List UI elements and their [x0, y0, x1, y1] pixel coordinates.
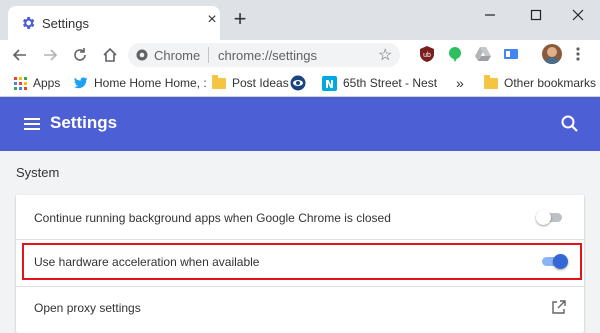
tab-settings[interactable]: Settings × [8, 6, 220, 40]
omnibox-separator [208, 47, 209, 63]
drive-icon[interactable] [474, 45, 492, 63]
svg-text:ub: ub [423, 52, 431, 59]
bookmark-label: Other bookmarks [504, 76, 597, 90]
setting-row-background-apps[interactable]: Continue running background apps when Go… [16, 195, 584, 239]
bookmarks-overflow-chevron[interactable]: » [456, 70, 464, 96]
setting-label: Continue running background apps when Go… [34, 211, 391, 225]
section-title: System [16, 165, 60, 180]
search-icon[interactable] [560, 114, 580, 134]
reload-icon[interactable] [68, 40, 92, 70]
bookmark-other[interactable]: Other bookmarks [484, 70, 596, 96]
bookmark-label: Apps [33, 76, 61, 90]
more-vert-icon[interactable] [574, 46, 582, 62]
url-text[interactable]: chrome://settings [218, 48, 317, 63]
bookmark-eye[interactable] [290, 70, 306, 96]
tab-title: Settings [42, 16, 89, 31]
bookmark-post-ideas[interactable]: Post Ideas [212, 70, 289, 96]
highlight-box [22, 243, 582, 280]
avatar[interactable] [542, 44, 562, 64]
maximize-icon[interactable] [514, 0, 558, 30]
ublock-icon[interactable]: ub [418, 45, 436, 63]
bookmark-label: 65th Street - Nest [343, 76, 438, 90]
settings-content: System Continue running background apps … [0, 151, 600, 333]
address-bar[interactable]: Chrome chrome://settings [128, 43, 400, 67]
home-icon[interactable] [98, 40, 122, 70]
gear-icon [23, 17, 35, 29]
minimize-icon[interactable] [468, 0, 512, 30]
new-tab-button[interactable]: + [230, 8, 250, 30]
bookmark-twitter[interactable]: Home Home Home, : [74, 70, 207, 96]
star-icon[interactable]: ☆ [378, 45, 392, 65]
external-link-icon[interactable] [551, 300, 566, 315]
background-apps-toggle[interactable] [536, 209, 564, 225]
bookmarks-bar: Apps Home Home Home, : Post Ideas 65th S… [0, 70, 600, 97]
extension-icon[interactable] [502, 45, 520, 63]
forward-arrow-icon[interactable] [38, 40, 62, 70]
apps-grid-icon [14, 76, 27, 90]
bookmark-label: Home Home Home, : [94, 76, 207, 90]
page-title: Settings [50, 113, 118, 132]
nest-icon [322, 75, 337, 91]
twitter-bird-icon [74, 77, 88, 89]
folder-icon [484, 74, 498, 89]
settings-header: Settings [0, 97, 600, 151]
bookmark-label: Post Ideas [232, 76, 289, 90]
hamburger-menu-icon[interactable] [24, 116, 42, 132]
evernote-icon[interactable] [446, 45, 464, 63]
close-icon[interactable] [556, 0, 600, 30]
omnibox-chip: Chrome [154, 48, 201, 63]
bookmark-nest[interactable]: 65th Street - Nest [322, 70, 437, 96]
bookmark-apps[interactable]: Apps [14, 70, 60, 96]
setting-row-proxy[interactable]: Open proxy settings [16, 287, 584, 331]
tab-close-icon[interactable]: × [204, 12, 220, 28]
eye-icon [290, 75, 306, 91]
back-arrow-icon[interactable] [8, 40, 32, 70]
folder-icon [212, 74, 226, 89]
chrome-logo-icon [136, 49, 148, 61]
setting-label: Open proxy settings [34, 301, 141, 315]
